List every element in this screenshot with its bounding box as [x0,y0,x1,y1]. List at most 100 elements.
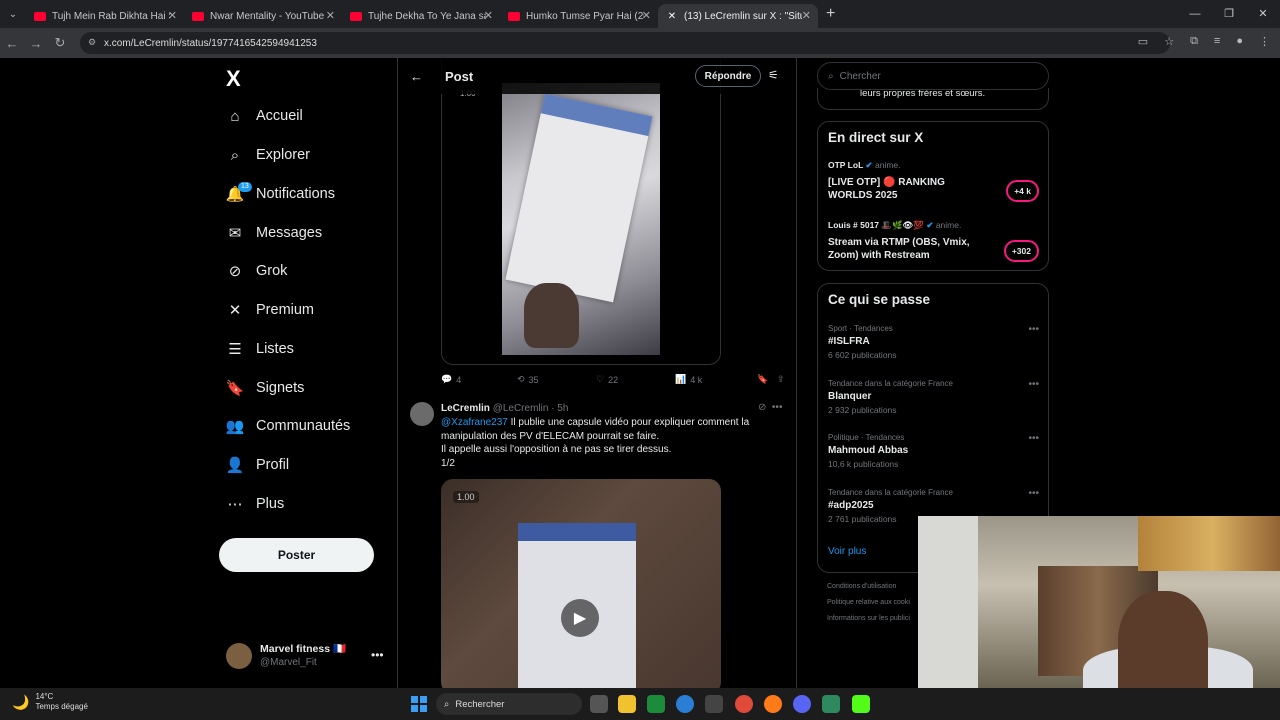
xbox-icon[interactable] [647,695,665,713]
live-listeners-badge[interactable]: +4 k [1006,180,1039,202]
settings-sliders-icon[interactable]: ⚟ [768,68,779,82]
show-more-link[interactable]: Voir plus [828,546,866,557]
play-icon[interactable]: ▶ [561,599,599,637]
live-item[interactable]: Louis # 5017 🎩🌿👁💯 ✔ anime. Stream via RT… [828,220,1043,262]
nav-item-plus[interactable]: ⋯ Plus [226,489,285,519]
trend-name: Blanquer [828,391,872,402]
nav-item-communautes[interactable]: 👥 Communautés [226,411,351,441]
nav-item-profil[interactable]: 👤 Profil [226,450,289,480]
video-player[interactable]: 1.00 [441,58,721,365]
firefox-icon[interactable] [764,695,782,713]
edge-icon[interactable] [676,695,694,713]
nav-item-notifications[interactable]: 🔔 13 Notifications [226,179,335,209]
browser-tab[interactable]: Nwar Mentality - YouTube ✕ [184,4,342,28]
close-tab-icon[interactable]: ✕ [484,9,493,22]
forward-icon[interactable]: → [24,36,48,51]
nav-item-messages[interactable]: ✉ Messages [226,218,322,248]
video-player[interactable]: 1.00 ▶ [441,479,721,688]
browser-tab[interactable]: Humko Tumse Pyar Hai (2006)✕ [500,4,658,28]
post-header: ← Post Répondre ⚟ [398,58,796,94]
author-name[interactable]: LeCremlin [441,403,490,414]
more-icon[interactable]: ••• [1028,324,1039,335]
search-input[interactable]: ⌕ Chercher [817,62,1049,90]
file-explorer-icon[interactable] [618,695,636,713]
view-count: 4 k [690,374,703,385]
store-icon[interactable] [705,695,723,713]
reply-action[interactable]: 💬 4 [441,374,517,385]
reload-icon[interactable]: ↻ [48,35,72,51]
footer-link[interactable]: Conditions d'utilisation [827,583,896,590]
browser-tab[interactable]: Tujh Mein Rab Dikhta Hai Song✕ [26,4,184,28]
trend-item[interactable]: Tendance dans la catégorie France Blanqu… [828,379,1043,415]
search-icon: ⌕ [828,70,834,82]
home-icon: ⌂ [230,107,240,125]
back-arrow-icon[interactable]: ← [410,69,423,84]
footer-link[interactable]: Politique relative aux cooki [827,599,910,606]
task-view-icon[interactable] [590,695,608,713]
close-tab-icon[interactable]: ✕ [326,9,335,22]
site-info-icon[interactable]: ⚙ [88,37,96,48]
profile-icon[interactable]: ● [1236,35,1243,48]
chrome-icon[interactable] [735,695,753,713]
browser-tab-active[interactable]: ✕ (13) LeCremlin sur X : "Situa ✕ [658,4,818,28]
weather-widget[interactable]: 🌙 14°C Temps dégagé [12,692,88,712]
nav-label: Explorer [256,147,310,163]
avatar[interactable] [410,402,434,426]
live-item[interactable]: OTP LoL ✔ anime. [LIVE OTP] 🔴 RANKING WO… [828,160,1043,202]
account-switcher[interactable]: Marvel fitness 🇫🇷 @Marvel_Fit ••• [226,643,384,669]
star-icon[interactable]: ☆ [1164,35,1174,48]
live-listeners-badge[interactable]: +302 [1003,240,1039,262]
post-button[interactable]: Poster [219,538,374,572]
footer-link[interactable]: Informations sur les publici [827,615,910,622]
app-icon[interactable] [822,695,840,713]
nav-label: Messages [256,225,323,241]
tweet-actions: 💬 4 ⟲ 35 ♡ 22 📊 4 k 🔖 ⇪ [441,374,788,385]
discord-icon[interactable] [793,695,811,713]
back-icon[interactable]: ← [0,36,24,51]
more-icon[interactable]: ••• [1028,379,1039,390]
media-icon[interactable]: ≡ [1214,35,1220,48]
windows-start-icon[interactable] [411,696,427,712]
close-window-icon[interactable]: ✕ [1246,0,1280,28]
minimize-icon[interactable]: — [1178,0,1212,28]
close-tab-icon[interactable]: ✕ [168,9,177,22]
close-tab-icon[interactable]: ✕ [802,9,811,22]
youtube-icon [192,11,204,21]
trend-item[interactable]: Politique · Tendances Mahmoud Abbas 10,6… [828,433,1043,469]
close-tab-icon[interactable]: ✕ [642,9,651,22]
trend-count: 6 602 publications [828,350,897,360]
maximize-icon[interactable]: ❐ [1212,0,1246,28]
x-logo[interactable]: X [226,66,241,92]
bookmark-icon: 🔖 [225,380,245,397]
trend-item[interactable]: Sport · Tendances #ISLFRA 6 602 publicat… [828,324,1043,360]
cast-icon[interactable]: ▭ [1138,35,1148,48]
mention-link[interactable]: @Xzafrane237 [441,417,508,428]
nav-item-listes[interactable]: ☰ Listes [226,334,294,364]
share-action[interactable]: ⇪ [777,374,785,385]
nav-label: Accueil [256,108,303,124]
address-bar[interactable]: ⚙ x.com/LeCremlin/status/197741654259494… [80,32,1170,54]
reply-button[interactable]: Répondre [695,65,761,87]
like-action[interactable]: ♡ 22 [596,374,675,385]
browser-tab[interactable]: Tujhe Dekha To Ye Jana sanam✕ [342,4,500,28]
nav-item-premium[interactable]: ✕ Premium [226,295,314,325]
trend-name: Mahmoud Abbas [828,445,909,456]
nav-item-explorer[interactable]: ⌕ Explorer [226,140,310,170]
extensions-icon[interactable]: ⧉ [1190,35,1198,48]
bookmark-action[interactable]: 🔖 [757,374,777,385]
more-icon[interactable]: ••• [371,648,384,662]
new-tab-icon[interactable]: + [826,5,835,23]
kick-icon[interactable] [852,695,870,713]
nav-item-grok[interactable]: ⊘ Grok [226,256,288,286]
views-action[interactable]: 📊 4 k [675,374,757,385]
live-host: OTP LoL ✔ anime. [828,160,1043,171]
nav-item-accueil[interactable]: ⌂ Accueil [226,101,303,131]
retweet-action[interactable]: ⟲ 35 [517,374,596,385]
menu-icon[interactable]: ⋮ [1259,35,1270,48]
more-icon[interactable]: ••• [1028,433,1039,444]
taskbar-search[interactable]: ⌕ Rechercher [436,693,582,715]
grok-icon[interactable]: ⊘ ••• [758,402,782,413]
more-icon[interactable]: ••• [1028,488,1039,499]
nav-item-signets[interactable]: 🔖 Signets [225,373,305,403]
tab-search-icon[interactable]: ⌄ [0,0,26,28]
